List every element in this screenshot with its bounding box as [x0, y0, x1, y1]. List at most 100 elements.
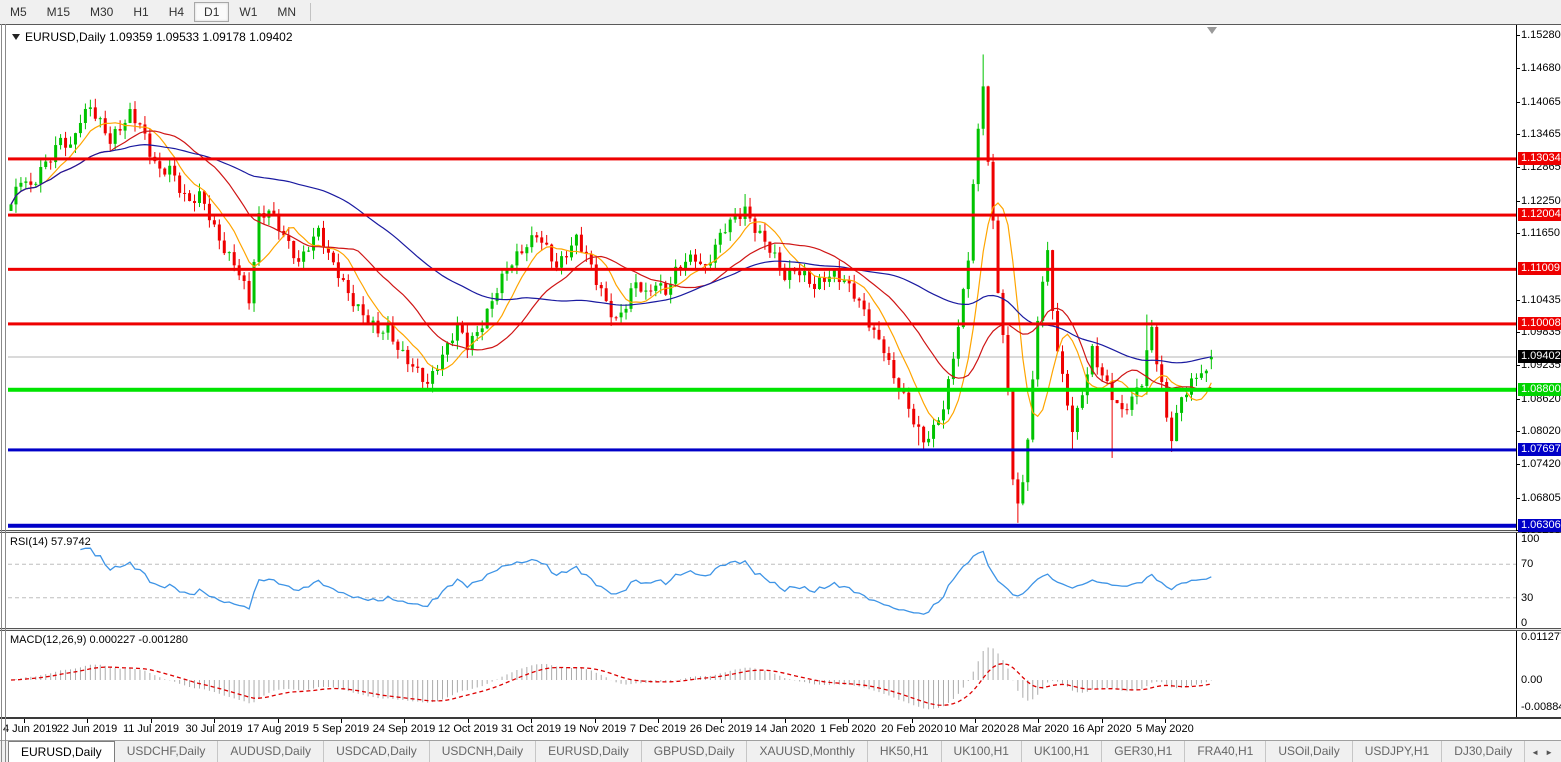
date-label: 16 Apr 2020 [1072, 723, 1131, 735]
price-tick-mark [1516, 332, 1520, 333]
macd-plot[interactable] [8, 631, 1516, 717]
chevron-down-icon[interactable] [12, 34, 20, 40]
chart-tab-hk50-h1[interactable]: HK50,H1 [868, 741, 942, 762]
chart-tab-usdcnh-daily[interactable]: USDCNH,Daily [430, 741, 536, 762]
date-label: 17 Aug 2019 [247, 723, 309, 735]
window-border [5, 24, 6, 762]
chart-title-text: EURUSD,Daily 1.09359 1.09533 1.09178 1.0… [25, 30, 293, 44]
tab-scroll-left[interactable]: ◄ [1531, 748, 1539, 757]
price-chart-panel[interactable]: EURUSD,Daily 1.09359 1.09533 1.09178 1.0… [0, 24, 1561, 531]
chart-tab-bar: EURUSD,DailyUSDCHF,DailyAUDUSD,DailyUSDC… [0, 740, 1561, 762]
timeframe-toolbar: M5M15M30H1H4D1W1MN [0, 0, 1561, 25]
price-tick-label: 1.15280 [1521, 29, 1561, 41]
date-label: 22 Jun 2019 [57, 723, 118, 735]
tab-scroll-right[interactable]: ► [1545, 748, 1553, 757]
date-label: 11 Jul 2019 [123, 723, 179, 735]
chart-shift-marker-icon[interactable] [1207, 27, 1217, 34]
rsi-axis-label: 30 [1521, 592, 1533, 604]
macd-axis-label: -0.00884 [1521, 701, 1561, 713]
date-label: 12 Oct 2019 [438, 723, 498, 735]
price-tick-mark [1516, 233, 1520, 234]
price-tick-label: 1.12250 [1521, 195, 1561, 207]
timeframe-button-m5[interactable]: M5 [0, 2, 37, 22]
date-label: 7 Dec 2019 [630, 723, 686, 735]
price-tick-label: 1.14680 [1521, 62, 1561, 74]
rsi-label: RSI(14) 57.9742 [10, 536, 91, 548]
price-level-badge: 1.07697 [1518, 443, 1561, 456]
timeframe-button-m30[interactable]: M30 [80, 2, 123, 22]
price-tick-label: 1.13465 [1521, 128, 1561, 140]
tab-scroll-arrows: ◄► [1531, 741, 1561, 762]
price-axis-line [1516, 631, 1517, 717]
date-label: 1 Feb 2020 [820, 723, 876, 735]
timeframe-button-w1[interactable]: W1 [229, 2, 267, 22]
price-tick-mark [1516, 102, 1520, 103]
rsi-indicator-panel[interactable]: RSI(14) 57.9742 [0, 533, 1561, 628]
chart-tab-usoil-daily[interactable]: USOil,Daily [1266, 741, 1352, 762]
price-tick-mark [1516, 201, 1520, 202]
date-axis[interactable]: 4 Jun 201922 Jun 2019 11 Jul 2019 30 Jul 2… [0, 717, 1561, 742]
rsi-axis-label: 100 [1521, 533, 1539, 545]
price-tick-mark [1516, 365, 1520, 366]
price-tick-mark [1516, 300, 1520, 301]
timeframe-button-h4[interactable]: H4 [159, 2, 194, 22]
chart-tab-eurusd-daily[interactable]: EURUSD,Daily [8, 741, 115, 762]
timeframe-button-mn[interactable]: MN [267, 2, 306, 22]
date-label: 14 Jan 2020 [755, 723, 816, 735]
timeframe-button-d1[interactable]: D1 [194, 2, 229, 22]
price-level-badge: 1.10008 [1518, 317, 1561, 330]
price-tick-label: 1.11650 [1521, 227, 1560, 239]
chart-tab-xauusd-monthly[interactable]: XAUUSD,Monthly [747, 741, 867, 762]
chart-tab-eurusd-daily[interactable]: EURUSD,Daily [536, 741, 642, 762]
price-tick-mark [1516, 399, 1520, 400]
toolbar-separator [310, 3, 311, 21]
chart-tab-usdjpy-h1[interactable]: USDJPY,H1 [1353, 741, 1442, 762]
price-tick-label: 1.14065 [1521, 96, 1561, 108]
chart-tab-uk100-h1[interactable]: UK100,H1 [1022, 741, 1102, 762]
rsi-axis-label: 70 [1521, 558, 1533, 570]
price-tick-label: 1.07420 [1521, 458, 1561, 470]
macd-axis-label: 0.00 [1521, 674, 1542, 686]
price-tick-label: 1.10435 [1521, 294, 1561, 306]
price-level-badge: 1.11009 [1518, 262, 1561, 275]
price-tick-mark [1516, 35, 1520, 36]
date-label: 30 Jul 2019 [186, 723, 243, 735]
macd-axis-label: 0.011277 [1521, 631, 1561, 643]
price-tick-label: 1.08020 [1521, 425, 1561, 437]
date-label: 5 Sep 2019 [313, 723, 369, 735]
candlestick-chart[interactable] [8, 25, 1516, 531]
chart-ohlc-title: EURUSD,Daily 1.09359 1.09533 1.09178 1.0… [12, 30, 293, 44]
rsi-plot[interactable] [8, 533, 1516, 628]
timeframe-button-m15[interactable]: M15 [37, 2, 80, 22]
price-tick-mark [1516, 498, 1520, 499]
chart-tab-uk100-h1[interactable]: UK100,H1 [942, 741, 1022, 762]
chart-tab-dj30-daily[interactable]: DJ30,Daily [1442, 741, 1525, 762]
price-tick-mark [1516, 167, 1520, 168]
date-label: 4 Jun 2019 [3, 723, 57, 735]
price-tick-label: 1.06805 [1521, 492, 1561, 504]
date-label: 5 May 2020 [1136, 723, 1193, 735]
chart-tab-usdcad-daily[interactable]: USDCAD,Daily [324, 741, 430, 762]
price-tick-mark [1516, 431, 1520, 432]
chart-tab-ger30-h1[interactable]: GER30,H1 [1102, 741, 1185, 762]
price-tick-mark [1516, 464, 1520, 465]
mt4-terminal-window: M5M15M30H1H4D1W1MN EURUSD,Daily 1.09359 … [0, 0, 1561, 762]
chart-tab-gbpusd-daily[interactable]: GBPUSD,Daily [642, 741, 748, 762]
price-level-badge: 1.12004 [1518, 208, 1561, 221]
timeframe-button-h1[interactable]: H1 [123, 2, 158, 22]
date-label: 10 Mar 2020 [944, 723, 1006, 735]
date-label: 19 Nov 2019 [564, 723, 626, 735]
chart-tab-fra40-h1[interactable]: FRA40,H1 [1185, 741, 1266, 762]
macd-label: MACD(12,26,9) 0.000227 -0.001280 [10, 634, 188, 646]
macd-indicator-panel[interactable]: MACD(12,26,9) 0.000227 -0.001280 [0, 631, 1561, 717]
chart-tab-audusd-daily[interactable]: AUDUSD,Daily [218, 741, 324, 762]
price-tick-mark [1516, 134, 1520, 135]
price-level-badge: 1.08800 [1518, 383, 1561, 396]
window-border [1, 24, 2, 762]
price-level-badge: 1.13034 [1518, 152, 1561, 165]
price-tick-mark [1516, 68, 1520, 69]
rsi-axis-label: 0 [1521, 617, 1527, 629]
price-level-badge: 1.06306 [1518, 519, 1561, 532]
price-axis-line [1516, 533, 1517, 628]
chart-tab-usdchf-daily[interactable]: USDCHF,Daily [115, 741, 219, 762]
